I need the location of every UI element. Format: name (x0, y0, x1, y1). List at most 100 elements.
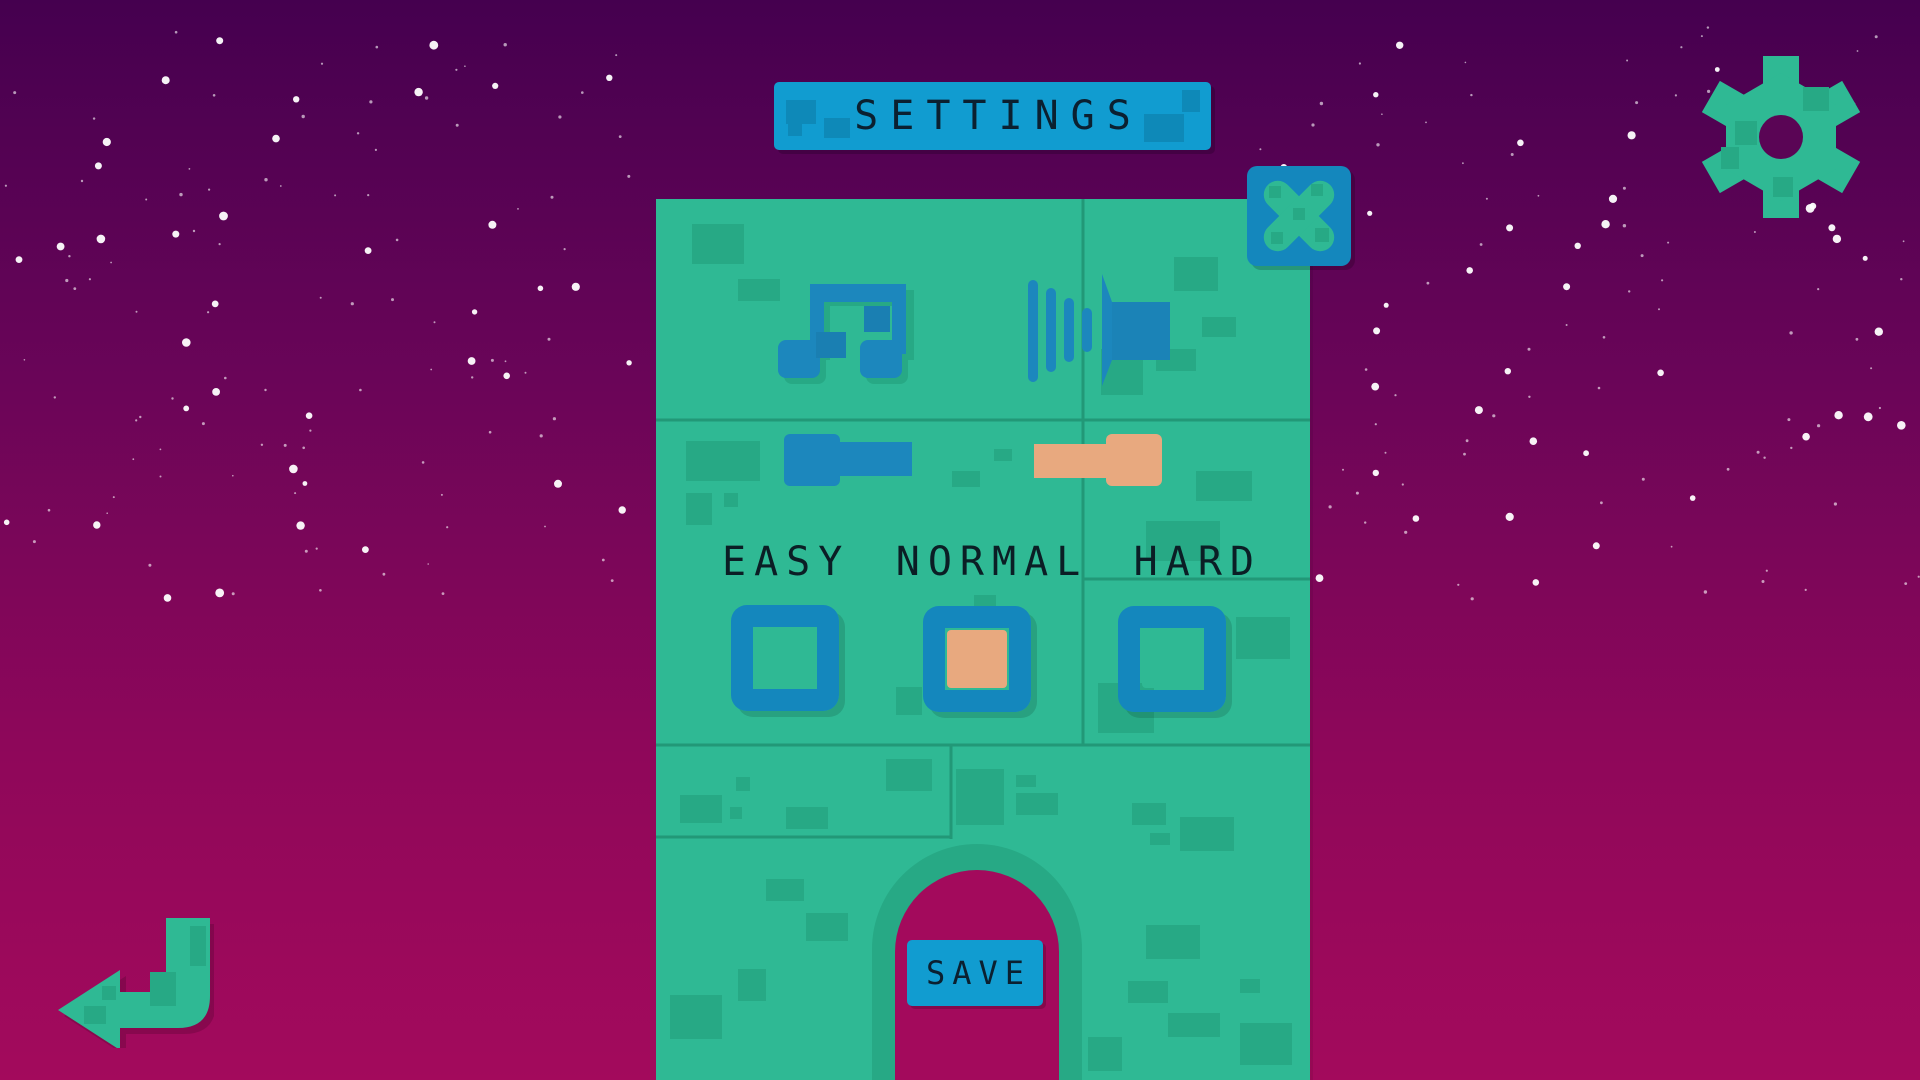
star (1863, 412, 1873, 422)
star (1528, 395, 1531, 398)
star (563, 248, 566, 251)
star (1412, 515, 1420, 522)
star (289, 464, 298, 474)
star (1506, 224, 1514, 232)
star (218, 243, 221, 246)
music-volume-slider[interactable] (784, 434, 914, 486)
star (3, 519, 10, 526)
star (302, 446, 306, 450)
star (1517, 139, 1524, 147)
star (315, 547, 318, 550)
star (356, 132, 360, 135)
music-slider-knob[interactable] (784, 434, 840, 486)
star (1466, 267, 1473, 274)
star (1364, 521, 1367, 524)
star (601, 558, 605, 562)
star (488, 220, 497, 229)
sfx-slider-knob[interactable] (1106, 434, 1162, 486)
star (148, 563, 152, 567)
star (216, 37, 224, 45)
star (179, 192, 183, 197)
star (294, 492, 297, 495)
star (1462, 162, 1464, 165)
star (1834, 411, 1843, 420)
settings-gear-button[interactable] (1700, 56, 1862, 218)
star (1465, 439, 1469, 443)
star (207, 311, 210, 314)
star (1789, 331, 1793, 335)
star (182, 338, 191, 347)
sfx-volume-slider[interactable] (1034, 434, 1164, 486)
star (1657, 369, 1664, 377)
star (260, 443, 264, 446)
star (215, 588, 225, 598)
star (1371, 382, 1380, 391)
star (1628, 290, 1631, 293)
star (1376, 331, 1379, 335)
star (1563, 283, 1571, 291)
star (1658, 308, 1660, 311)
star (1492, 414, 1496, 418)
star (1529, 437, 1538, 446)
radio-fill (1142, 630, 1202, 688)
star (503, 372, 511, 380)
star (492, 82, 499, 89)
star (362, 546, 369, 553)
star (464, 65, 466, 67)
star (1376, 143, 1380, 147)
star (606, 74, 613, 82)
star (1667, 241, 1670, 244)
back-button[interactable] (54, 914, 216, 1056)
music-slider-track[interactable] (840, 442, 912, 476)
star (1904, 582, 1908, 585)
star (279, 185, 282, 187)
star (211, 300, 219, 308)
star (1802, 432, 1810, 441)
star (224, 376, 227, 380)
close-x-icon (1263, 180, 1335, 252)
star (334, 194, 337, 197)
star (350, 302, 354, 306)
star (1856, 50, 1859, 52)
star (139, 415, 142, 419)
star (1367, 210, 1373, 216)
star (524, 371, 527, 374)
star (1381, 113, 1383, 115)
star (1608, 194, 1618, 203)
star (539, 434, 543, 438)
close-button[interactable] (1247, 166, 1351, 266)
star (1383, 302, 1389, 308)
star (1510, 153, 1514, 156)
star (68, 255, 71, 258)
star (1463, 452, 1466, 456)
star (320, 62, 324, 65)
star (4, 184, 7, 187)
star (208, 188, 211, 191)
save-button[interactable]: SAVE (907, 940, 1043, 1006)
difficulty-labels: EASY NORMAL HARD (722, 536, 1262, 588)
difficulty-radio-normal[interactable] (923, 606, 1031, 712)
star (1622, 186, 1626, 190)
star (1401, 483, 1404, 486)
star (1640, 254, 1644, 258)
star (618, 135, 622, 139)
difficulty-radio-easy[interactable] (731, 605, 839, 711)
star (32, 540, 36, 544)
star (1470, 597, 1474, 601)
star (1311, 123, 1315, 127)
star (1315, 574, 1324, 582)
star (301, 114, 305, 119)
star (1474, 406, 1483, 415)
star (65, 278, 69, 283)
star (552, 417, 557, 421)
star (490, 358, 494, 362)
save-button-label: SAVE (925, 954, 1032, 992)
star (106, 512, 108, 514)
sfx-slider-track[interactable] (1034, 444, 1110, 478)
difficulty-radio-hard[interactable] (1118, 606, 1226, 712)
star (231, 592, 235, 596)
star (375, 45, 379, 49)
star (441, 592, 445, 595)
star (1817, 288, 1820, 291)
star (1804, 588, 1807, 592)
